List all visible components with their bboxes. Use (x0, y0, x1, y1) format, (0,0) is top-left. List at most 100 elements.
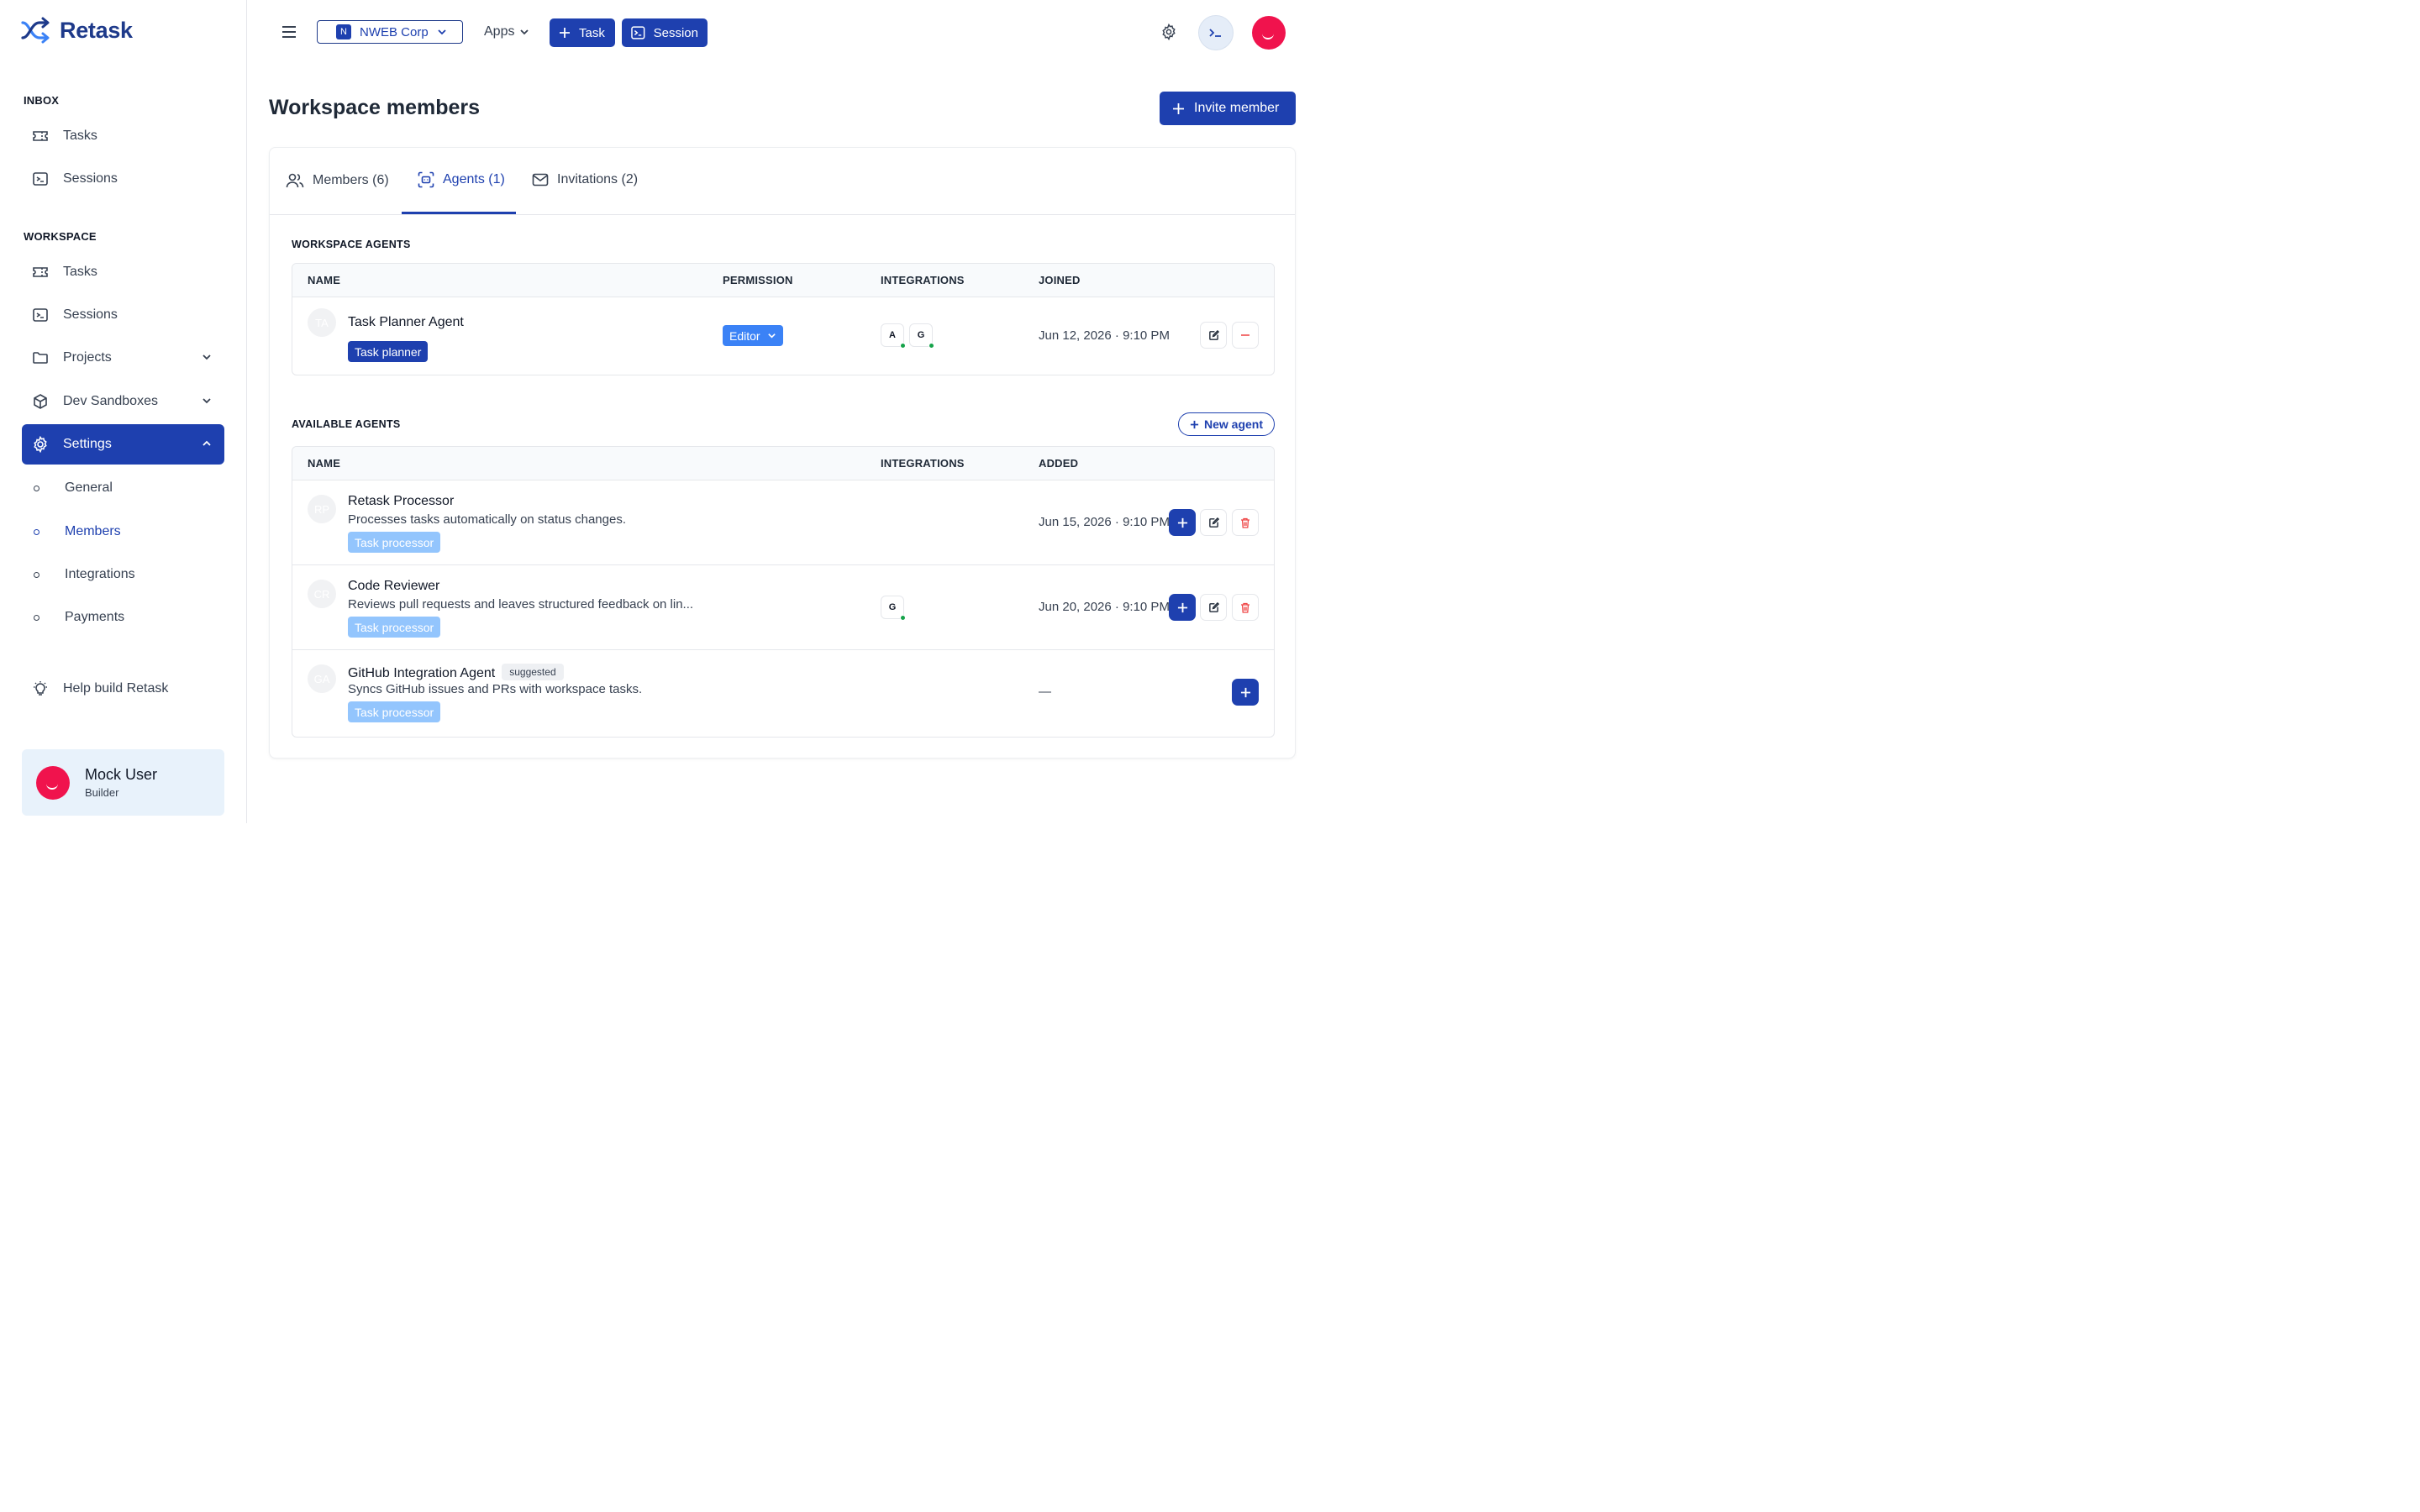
column-header-integrations: INTEGRATIONS (881, 457, 965, 470)
apps-label: Apps (484, 24, 515, 39)
new-task-label: Task (579, 25, 605, 40)
column-header-added: ADDED (1039, 457, 1079, 470)
apps-menu[interactable]: Apps (484, 24, 529, 39)
sidebar-item-workspace-tasks[interactable]: Tasks (22, 252, 224, 292)
user-profile-card[interactable]: Mock User Builder (22, 749, 224, 816)
settings-gear-icon[interactable] (1160, 24, 1177, 40)
column-header-joined: JOINED (1039, 274, 1081, 286)
members-card: Members (6) Agents (1) Invitations (2) W… (269, 147, 1296, 759)
sidebar-item-label: Projects (63, 350, 112, 365)
column-header-name: NAME (308, 457, 341, 470)
integration-badge: A (881, 323, 906, 349)
chevron-down-icon (203, 354, 211, 360)
folder-icon (33, 352, 48, 364)
new-agent-label: New agent (1203, 417, 1263, 431)
available-agents-table: NAME INTEGRATIONS ADDED RP Retask Proces… (292, 446, 1275, 738)
integration-badge: G (909, 323, 934, 349)
integration-letter: G (888, 602, 897, 612)
permission-select[interactable]: Editor (723, 325, 783, 346)
joined-date: Jun 12, 2026 · 9:10 PM (1039, 328, 1170, 343)
tab-label: Invitations (2) (557, 172, 639, 186)
sidebar-subitem-members[interactable]: Members (22, 515, 224, 549)
chevron-down-icon (438, 29, 446, 35)
delete-agent-button[interactable] (1232, 594, 1259, 621)
page-title: Workspace members (269, 96, 481, 119)
new-session-button[interactable]: Session (622, 18, 708, 47)
organization-selector[interactable]: N NWEB Corp (317, 20, 463, 44)
delete-agent-button[interactable] (1232, 509, 1259, 536)
add-agent-button[interactable] (1169, 509, 1196, 536)
plus-icon (1190, 420, 1199, 428)
sidebar-subitem-integrations[interactable]: Integrations (22, 558, 224, 591)
terminal-icon (631, 26, 645, 39)
tab-invitations[interactable]: Invitations (2) (532, 171, 638, 188)
edit-agent-button[interactable] (1200, 322, 1227, 349)
add-agent-button[interactable] (1232, 679, 1259, 706)
terminal-icon (33, 308, 48, 322)
agent-avatar: RP (308, 495, 336, 523)
sidebar-item-label: Sessions (63, 171, 118, 186)
table-header: NAME INTEGRATIONS ADDED (292, 447, 1274, 480)
status-dot (900, 615, 906, 621)
app-name: Retask (60, 17, 133, 43)
hamburger-menu-icon[interactable] (281, 24, 297, 39)
gear-icon (34, 436, 47, 453)
sidebar-item-workspace-sessions[interactable]: Sessions (22, 295, 224, 335)
sidebar-help-link[interactable]: Help build Retask (22, 669, 224, 709)
plus-icon (1177, 602, 1187, 612)
tab-agents[interactable]: Agents (1) (418, 171, 505, 188)
agent-name: Retask Processor (348, 494, 455, 508)
app-logo[interactable]: Retask (21, 17, 133, 44)
new-session-label: Session (653, 25, 698, 40)
invite-member-button[interactable]: Invite member (1160, 92, 1296, 125)
sidebar-subitem-general[interactable]: General (22, 471, 224, 505)
table-row: TA Task Planner Agent Task planner Edito… (292, 297, 1274, 375)
edit-icon (1208, 517, 1219, 528)
tab-label: Agents (1) (443, 172, 505, 186)
available-agents-heading: AVAILABLE AGENTS (292, 418, 401, 430)
agent-avatar: TA (308, 308, 336, 337)
sidebar-item-label: Settings (63, 437, 112, 451)
sidebar-item-projects[interactable]: Projects (22, 338, 224, 378)
sidebar-item-settings[interactable]: Settings (22, 424, 224, 465)
new-task-button[interactable]: Task (550, 18, 615, 47)
edit-icon (1208, 601, 1219, 612)
sidebar: Retask INBOX Tasks Sessions WORKSPACE Ta… (0, 0, 247, 823)
add-agent-button[interactable] (1169, 594, 1196, 621)
agent-description: Reviews pull requests and leaves structu… (348, 597, 694, 612)
edit-agent-button[interactable] (1200, 509, 1227, 536)
column-header-integrations: INTEGRATIONS (881, 274, 965, 286)
table-row: CR Code Reviewer Reviews pull requests a… (292, 565, 1274, 650)
agent-name-wrapper: GitHub Integration Agent suggested (348, 664, 564, 681)
edit-agent-button[interactable] (1200, 594, 1227, 621)
agent-name: Code Reviewer (348, 579, 440, 593)
retask-logo-icon (21, 17, 50, 44)
account-avatar[interactable] (1252, 16, 1286, 50)
new-agent-button[interactable]: New agent (1178, 412, 1275, 436)
agent-description: Syncs GitHub issues and PRs with workspa… (348, 682, 643, 696)
remove-agent-button[interactable] (1232, 322, 1259, 349)
tab-members[interactable]: Members (6) (286, 171, 389, 190)
plus-icon (1240, 687, 1250, 697)
top-bar: N NWEB Corp Apps Task Session (247, 0, 1318, 66)
sidebar-item-inbox-tasks[interactable]: Tasks (22, 116, 224, 156)
agent-tag: Task processor (348, 532, 441, 553)
workspace-agents-heading: WORKSPACE AGENTS (292, 239, 411, 250)
sidebar-subitem-label: General (65, 480, 113, 495)
integration-letter: G (917, 330, 925, 340)
table-row: GA GitHub Integration Agent suggested Syn… (292, 650, 1274, 735)
trash-icon (1241, 517, 1249, 528)
bullet-icon (34, 528, 39, 535)
ticket-icon (33, 131, 48, 141)
column-header-name: NAME (308, 274, 341, 286)
plus-icon (1173, 102, 1184, 114)
sidebar-subitem-label: Members (65, 524, 121, 538)
account-avatar-image (1252, 16, 1286, 50)
sidebar-item-inbox-sessions[interactable]: Sessions (22, 159, 224, 199)
agent-avatar: GA (308, 664, 336, 693)
sidebar-item-dev-sandboxes[interactable]: Dev Sandboxes (22, 381, 224, 422)
plus-icon (560, 28, 570, 38)
ticket-icon (33, 267, 48, 277)
sidebar-subitem-payments[interactable]: Payments (22, 601, 224, 634)
terminal-button[interactable] (1198, 15, 1234, 50)
